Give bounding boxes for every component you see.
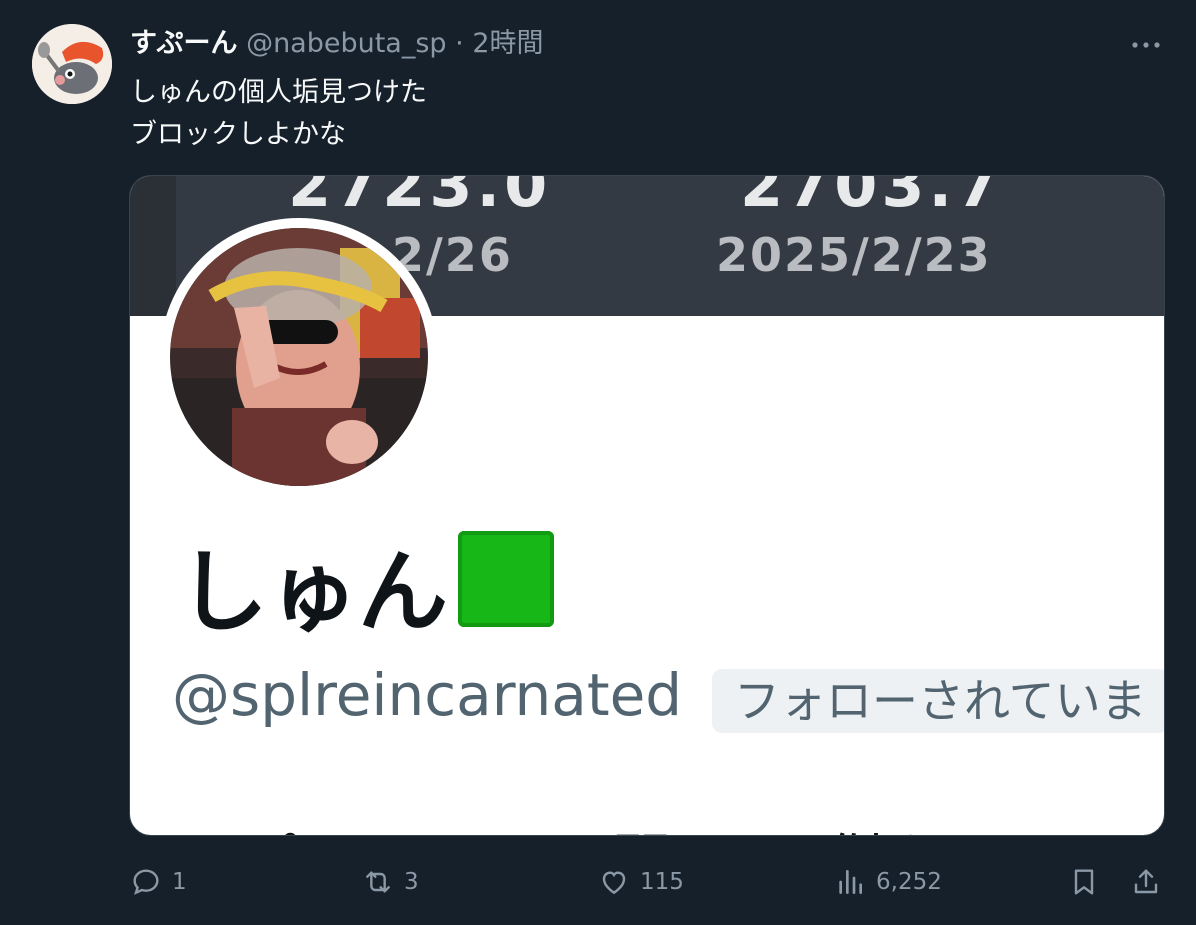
retweet-button[interactable]: 3 bbox=[362, 860, 419, 904]
reply-count: 1 bbox=[172, 869, 187, 895]
banner-stat-1: 2723.0 bbox=[288, 175, 552, 221]
author-avatar[interactable] bbox=[32, 24, 112, 104]
follows-you-badge: フォローされていま bbox=[712, 669, 1164, 733]
view-count: 6,252 bbox=[876, 869, 942, 895]
tweet-text-line: しゅんの個人垢見つけた bbox=[130, 77, 427, 108]
tweet-action-bar: 1 3 115 6,252 bbox=[0, 860, 1196, 904]
tweet-text-line: ブロックしよかな bbox=[130, 119, 346, 150]
more-button[interactable] bbox=[1126, 30, 1166, 60]
tweet-timestamp[interactable]: 2時間 bbox=[472, 28, 543, 59]
retweet-count: 3 bbox=[404, 869, 419, 895]
like-icon bbox=[602, 871, 626, 895]
views-icon bbox=[839, 870, 862, 894]
bookmark-icon bbox=[1074, 869, 1094, 895]
profile-name-text: しゅん bbox=[178, 540, 448, 645]
retweet-icon bbox=[366, 871, 390, 893]
like-count: 115 bbox=[640, 869, 684, 895]
share-button[interactable] bbox=[1130, 860, 1172, 904]
green-square-emoji bbox=[458, 531, 554, 627]
share-icon bbox=[1134, 869, 1158, 894]
separator-dot: · bbox=[455, 28, 464, 59]
banner-stat-2: 2703.7 bbox=[740, 175, 1004, 221]
profile-picture bbox=[170, 228, 428, 486]
views-button[interactable]: 6,252 bbox=[834, 860, 942, 904]
tweet-text: しゅんの個人垢見つけた ブロックしよかな bbox=[130, 72, 427, 156]
reply-button[interactable]: 1 bbox=[130, 860, 187, 904]
author-display-name[interactable]: すぷーん bbox=[130, 28, 237, 59]
author-handle[interactable]: @nabebuta_sp bbox=[246, 28, 447, 59]
like-button[interactable]: 115 bbox=[598, 860, 684, 904]
tweet-header: すぷーん @nabebuta_sp · 2時間 bbox=[130, 26, 544, 62]
profile-handle: @splreincarnated bbox=[172, 661, 683, 729]
profile-bio-cut: スプラ3 ... で再開 ... 元傑を日 bbox=[178, 814, 1007, 835]
tweet-media-image[interactable]: 2723.0 2/26 2703.7 2025/2/23 しゅん @splrei… bbox=[129, 175, 1165, 836]
banner-strip bbox=[130, 176, 176, 316]
banner-date-2: 2025/2/23 bbox=[716, 228, 992, 282]
bookmark-button[interactable] bbox=[1068, 860, 1110, 904]
reply-icon bbox=[133, 869, 159, 895]
more-icon bbox=[1132, 42, 1160, 48]
profile-name: しゅん bbox=[178, 531, 554, 648]
